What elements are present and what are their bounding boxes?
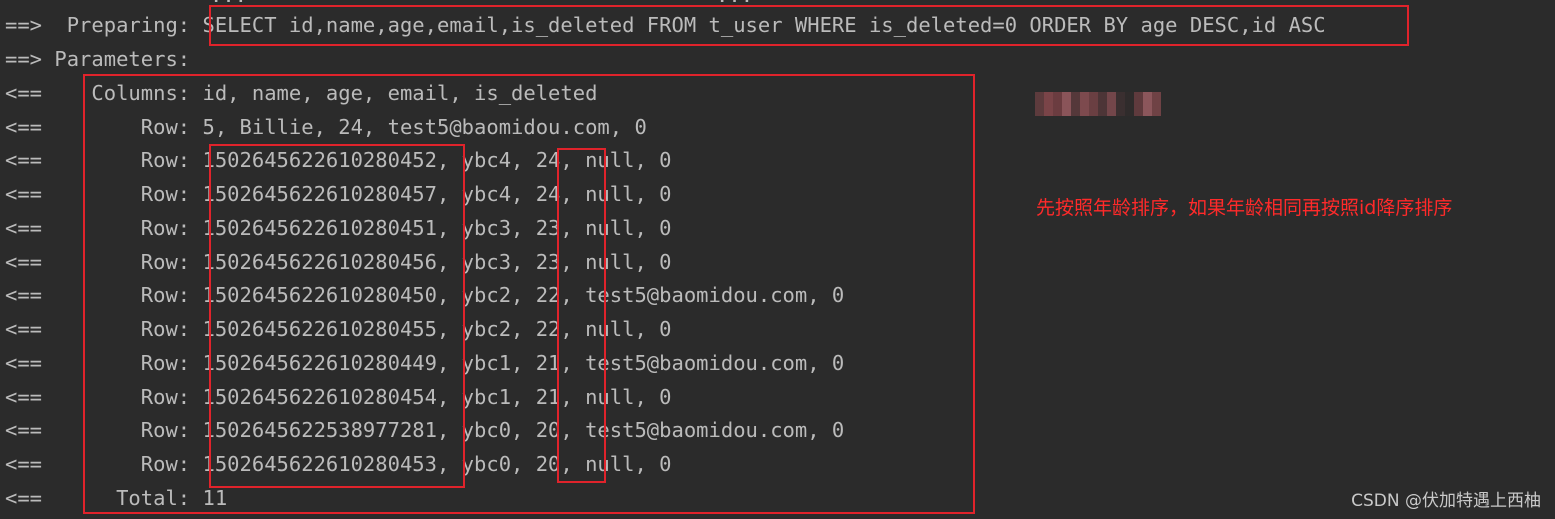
arrow-in: <==: [5, 250, 43, 274]
console-output: ... ... ==> Preparing: SELECT id,name,ag…: [0, 0, 1555, 519]
age-column-highlight-box: [557, 148, 606, 483]
arrow-in: <==: [5, 81, 43, 105]
arrow-in: <==: [5, 182, 43, 206]
arrow-in: <==: [5, 317, 43, 341]
preparing-prefix: ==> Preparing:: [5, 13, 203, 37]
id-column-highlight-box: [209, 144, 465, 488]
arrow-in: <==: [5, 452, 43, 476]
arrow-in: <==: [5, 283, 43, 307]
annotation-note: 先按照年龄排序，如果年龄相同再按照id降序排序: [1036, 197, 1453, 219]
arrow-in: <==: [5, 216, 43, 240]
arrow-in: <==: [5, 418, 43, 442]
arrow-in: <==: [5, 385, 43, 409]
pixelated-redaction: [1035, 92, 1161, 116]
parameters-line: ==> Parameters:: [5, 47, 203, 71]
arrow-in: <==: [5, 486, 43, 510]
arrow-in: <==: [5, 115, 43, 139]
arrow-in: <==: [5, 148, 43, 172]
arrow-in: <==: [5, 351, 43, 375]
watermark: CSDN @伏加特遇上西柚: [1351, 491, 1541, 511]
sql-highlight-box: [209, 5, 1409, 46]
